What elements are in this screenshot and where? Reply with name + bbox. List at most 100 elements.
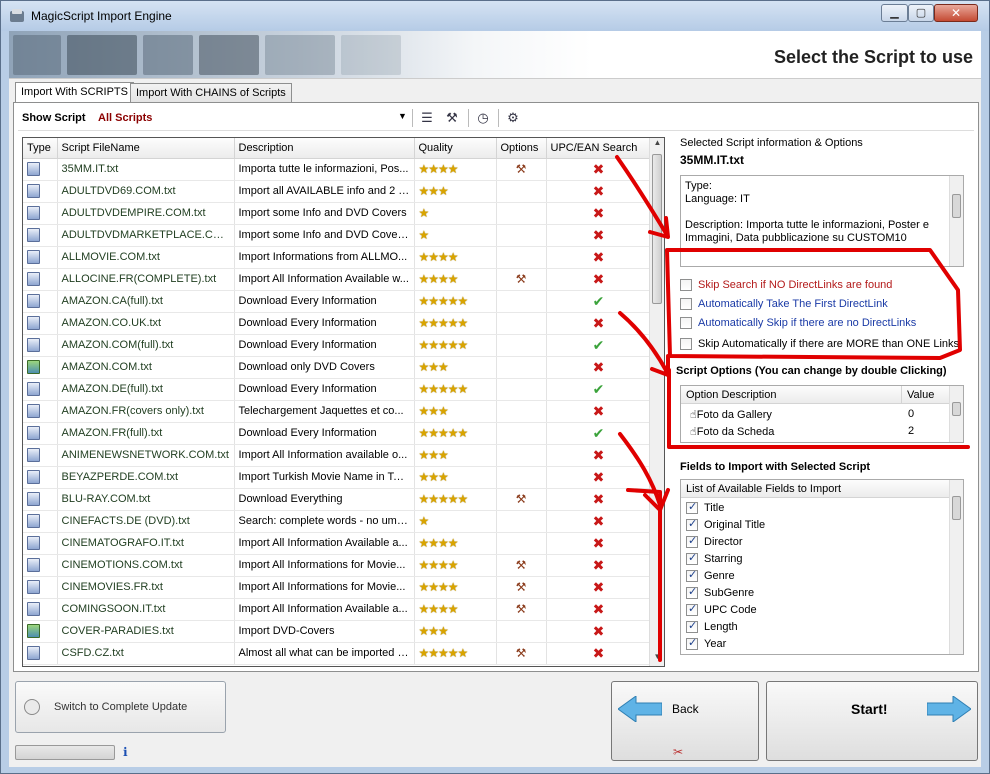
description-cell: Import Turkish Movie Name in Tag...: [234, 466, 415, 489]
table-row[interactable]: CSFD.CZ.txt Almost all what can be import…: [23, 642, 652, 665]
table-row[interactable]: AMAZON.COM.txt Download only DVD Covers ★★…: [23, 356, 652, 379]
filename-cell: AMAZON.CO.UK.txt: [57, 312, 235, 335]
checkbox-icon[interactable]: [680, 317, 692, 330]
checkbox-icon[interactable]: [686, 636, 698, 651]
col-option-value[interactable]: Value: [901, 386, 951, 404]
checkbox-icon[interactable]: [686, 534, 698, 549]
table-row[interactable]: 35MM.IT.txt Importa tutte le informazioni…: [23, 158, 652, 181]
checkbox-icon[interactable]: [680, 338, 692, 351]
col-option-desc[interactable]: Option Description: [681, 386, 901, 404]
option-row[interactable]: ☝Foto da Scheda: [685, 423, 779, 440]
tab-import-scripts[interactable]: Import With SCRIPTS: [15, 82, 134, 103]
fields-scrollbar[interactable]: [949, 480, 963, 654]
table-row[interactable]: ADULTDVD69.COM.txt Import all AVAILABLE i…: [23, 180, 652, 203]
film-strip-image: [9, 31, 409, 79]
close-button[interactable]: ✕: [934, 4, 978, 22]
table-row[interactable]: BEYAZPERDE.COM.txt Import Turkish Movie N…: [23, 466, 652, 489]
check-skip-more-than-one[interactable]: Skip Automatically if there are MORE tha…: [680, 338, 959, 354]
options-cell: [496, 510, 547, 533]
description-cell: Importa tutte le informazioni, Pos...: [234, 158, 415, 181]
maximize-button[interactable]: ▢: [908, 4, 934, 22]
table-row[interactable]: ALLOCINE.FR(COMPLETE).txt Import All Info…: [23, 268, 652, 291]
table-row[interactable]: AMAZON.CA(full).txt Download Every Inform…: [23, 290, 652, 313]
toolbar-separator: [468, 109, 469, 127]
col-quality[interactable]: Quality: [414, 138, 497, 159]
field-item[interactable]: Original Title: [686, 517, 765, 536]
col-options[interactable]: Options: [496, 138, 547, 159]
tab-import-chains[interactable]: Import With CHAINS of Scripts: [130, 83, 292, 103]
table-row[interactable]: ALLMOVIE.COM.txt Import Informations from…: [23, 246, 652, 269]
clipboard-icon[interactable]: ✂: [673, 745, 683, 759]
table-row[interactable]: CINEMOVIES.FR.txt Import All Informations…: [23, 576, 652, 599]
table-row[interactable]: AMAZON.FR(covers only).txt Telechargement…: [23, 400, 652, 423]
upc-cell: ✖: [546, 466, 652, 489]
show-script-select[interactable]: All Scripts: [98, 112, 152, 124]
script-file-icon: [27, 514, 40, 528]
scroll-thumb[interactable]: [952, 402, 961, 416]
list-view-icon[interactable]: ☰: [418, 110, 436, 126]
checkbox-icon[interactable]: [686, 602, 698, 617]
timer-icon: [24, 699, 40, 715]
star-rating-icon: ★★★: [418, 360, 449, 374]
tools-icon: ⚒: [515, 602, 527, 616]
checkbox-icon[interactable]: [686, 551, 698, 566]
table-row[interactable]: AMAZON.COM(full).txt Download Every Infor…: [23, 334, 652, 357]
toolbar-separator: [412, 109, 413, 127]
option-value[interactable]: 2: [903, 423, 919, 440]
table-row[interactable]: AMAZON.CO.UK.txt Download Every Informati…: [23, 312, 652, 335]
description-cell: Import some Info and DVD Cover...: [234, 224, 415, 247]
type-cell: [23, 488, 58, 511]
minimize-button[interactable]: ▁: [881, 4, 908, 22]
option-row[interactable]: ☝Foto da Gallery: [685, 406, 777, 423]
checkbox-icon[interactable]: [680, 279, 692, 292]
info-icon[interactable]: ℹ: [123, 745, 128, 759]
description-scrollbar[interactable]: [949, 176, 963, 266]
check-skip-no-directlinks[interactable]: Skip Search if NO DirectLinks are found: [680, 279, 892, 295]
checkbox-icon[interactable]: [686, 517, 698, 532]
grid-scrollbar[interactable]: ▲ ▼: [649, 138, 664, 666]
cross-icon: ✖: [592, 358, 605, 375]
close-icon: ✕: [950, 6, 962, 20]
table-row[interactable]: AMAZON.DE(full).txt Download Every Inform…: [23, 378, 652, 401]
options-scrollbar[interactable]: [949, 386, 963, 442]
checkbox-icon[interactable]: [686, 568, 698, 583]
table-row[interactable]: ADULTDVDEMPIRE.COM.txt Import some Info a…: [23, 202, 652, 225]
tools-icon[interactable]: ⚒: [443, 110, 461, 126]
checkbox-icon[interactable]: [680, 298, 692, 311]
scroll-thumb[interactable]: [652, 154, 662, 304]
check-take-first-directlink[interactable]: Automatically Take The First DirectLink: [680, 298, 888, 314]
scroll-thumb[interactable]: [952, 496, 961, 520]
filename-cell: CINEMOTIONS.COM.txt: [57, 554, 235, 577]
switch-complete-update-button[interactable]: Switch to Complete Update: [15, 681, 226, 733]
table-row[interactable]: CINEMOTIONS.COM.txt Import All Informatio…: [23, 554, 652, 577]
table-row[interactable]: BLU-RAY.COM.txt Download Everything ★★★★★ ⚒…: [23, 488, 652, 511]
star-rating-icon: ★★★★: [418, 272, 459, 286]
globe-settings-icon[interactable]: ⚙: [504, 110, 522, 126]
col-upc[interactable]: UPC/EAN Search: [546, 138, 652, 159]
table-row[interactable]: ANIMENEWSNETWORK.COM.txt Import All Infor…: [23, 444, 652, 467]
col-filename[interactable]: Script FileName: [57, 138, 235, 159]
table-row[interactable]: CINEMATOGRAFO.IT.txt Import All Informati…: [23, 532, 652, 555]
scroll-down-icon[interactable]: ▼: [650, 652, 664, 666]
table-row[interactable]: COMINGSOON.IT.txt Import All Information …: [23, 598, 652, 621]
upc-cell: ✖: [546, 532, 652, 555]
table-row[interactable]: COVER-PARADIES.txt Import DVD-Covers ★★★ ✖: [23, 620, 652, 643]
checkbox-icon[interactable]: [686, 619, 698, 634]
check-skip-no-directlinks-auto[interactable]: Automatically Skip if there are no Direc…: [680, 317, 916, 333]
options-cell: [496, 312, 547, 335]
scroll-thumb[interactable]: [952, 194, 961, 218]
timer-icon[interactable]: ◷: [474, 110, 492, 126]
star-rating-icon: ★: [418, 514, 430, 528]
scroll-up-icon[interactable]: ▲: [650, 138, 664, 152]
col-type[interactable]: Type: [23, 138, 58, 159]
col-description[interactable]: Description: [234, 138, 415, 159]
table-row[interactable]: CINEFACTS.DE (DVD).txt Search: complete w…: [23, 510, 652, 533]
table-row[interactable]: AMAZON.FR(full).txt Download Every Inform…: [23, 422, 652, 445]
filename-cell: ADULTDVDMARKETPLACE.COM.txt: [57, 224, 235, 247]
table-row[interactable]: ADULTDVDMARKETPLACE.COM.txt Import some I…: [23, 224, 652, 247]
checkbox-icon[interactable]: [686, 585, 698, 600]
checkbox-icon[interactable]: [686, 500, 698, 515]
chevron-down-icon[interactable]: ▼: [398, 111, 407, 121]
option-value[interactable]: 0: [903, 406, 919, 423]
field-item[interactable]: Year: [686, 636, 726, 654]
